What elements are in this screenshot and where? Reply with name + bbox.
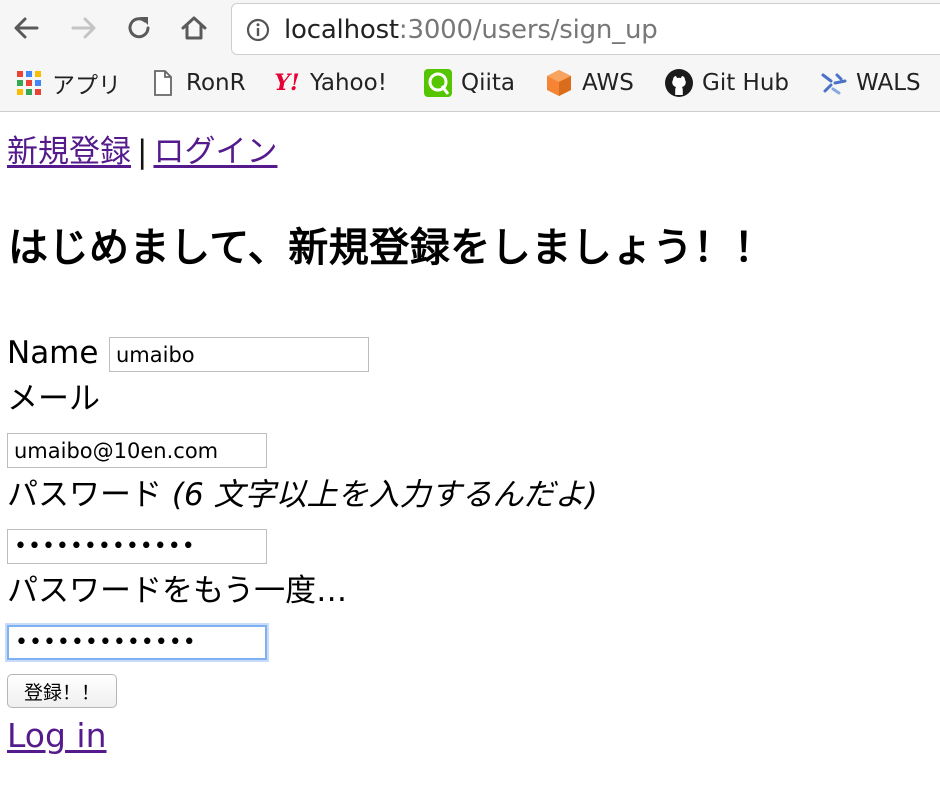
bookmark-label: Yahoo! xyxy=(310,70,387,96)
bookmark-label: RonR xyxy=(186,70,246,96)
home-icon xyxy=(181,16,207,40)
signup-link[interactable]: 新規登録 xyxy=(7,134,131,170)
aws-icon xyxy=(544,68,574,98)
browser-chrome: localhost:3000/users/sign_up アプリ RonR Y!… xyxy=(0,0,940,112)
forward-arrow-icon xyxy=(71,17,96,39)
bookmark-aws[interactable]: AWS xyxy=(544,66,634,100)
bookmark-github[interactable]: Git Hub xyxy=(664,66,789,100)
github-icon xyxy=(664,68,694,98)
bookmark-label: Qiita xyxy=(461,70,515,96)
apps-grid-icon xyxy=(14,68,44,98)
login-nav-link[interactable]: ログイン xyxy=(153,134,277,170)
name-label: Name xyxy=(7,335,99,371)
home-button[interactable] xyxy=(176,10,212,46)
password-confirm-label: パスワードをもう一度… xyxy=(7,573,348,609)
url-path: :3000/users/sign_up xyxy=(398,15,658,45)
name-field[interactable] xyxy=(109,337,369,372)
bookmark-label: WALS xyxy=(856,70,921,96)
bookmark-wals[interactable]: WALS xyxy=(818,66,921,100)
page-title: はじめまして、新規登録をしましょう！！ xyxy=(8,225,775,271)
forward-button[interactable] xyxy=(66,10,102,46)
info-icon[interactable] xyxy=(246,18,270,42)
bookmark-qiita[interactable]: Qiita xyxy=(423,66,515,100)
password-confirm-field[interactable] xyxy=(7,625,267,660)
bookmarks-bar: アプリ RonR Y! Yahoo! Qiita AWS Git Hub WAL… xyxy=(0,62,940,104)
url-text: localhost:3000/users/sign_up xyxy=(284,15,658,45)
password-label-text: パスワード xyxy=(7,477,162,513)
back-button[interactable] xyxy=(8,10,44,46)
back-arrow-icon xyxy=(14,17,39,39)
email-field[interactable] xyxy=(7,433,267,468)
password-label: パスワード (6 文字以上を入力するんだよ) xyxy=(7,477,598,513)
nav-separator: | xyxy=(137,134,148,170)
login-link[interactable]: Log in xyxy=(7,716,107,756)
submit-button[interactable]: 登録！！ xyxy=(7,674,117,708)
url-host: localhost xyxy=(284,15,399,45)
qiita-icon xyxy=(423,68,453,98)
bookmark-ronr[interactable]: RonR xyxy=(148,66,246,100)
bookmark-label: アプリ xyxy=(52,73,121,99)
reload-icon xyxy=(128,17,150,39)
page-icon xyxy=(148,68,178,98)
address-bar[interactable]: localhost:3000/users/sign_up xyxy=(231,3,940,55)
wals-icon xyxy=(818,68,848,98)
top-nav: 新規登録 | ログイン xyxy=(7,133,277,171)
page-content: 新規登録|ログイン はじめまして、新規登録をしましょう！！ Name メール パ… xyxy=(0,113,940,812)
bookmark-label: AWS xyxy=(582,70,634,96)
bookmark-label: Git Hub xyxy=(702,70,790,96)
reload-button[interactable] xyxy=(121,10,157,46)
yahoo-icon: Y! xyxy=(274,70,300,96)
email-label: メール xyxy=(7,381,100,417)
password-hint: (6 文字以上を入力するんだよ) xyxy=(171,477,598,513)
password-field[interactable] xyxy=(7,529,267,564)
bookmark-apps[interactable]: アプリ xyxy=(14,66,121,100)
bookmark-yahoo[interactable]: Y! Yahoo! xyxy=(272,66,387,100)
